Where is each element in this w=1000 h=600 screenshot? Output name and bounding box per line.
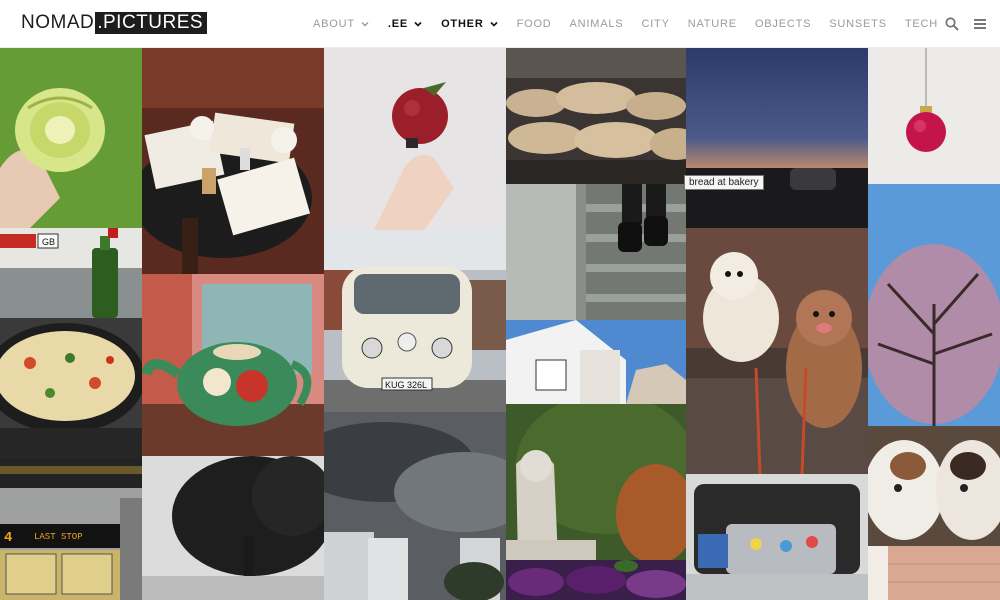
photo-car-and-bottle[interactable]: GB xyxy=(0,228,142,318)
logo-text-pictures: .PICTURES xyxy=(95,12,208,34)
photo-escalator-feet[interactable] xyxy=(506,184,686,320)
train-number-text: 4 xyxy=(4,530,12,546)
nav-label-ee: .EE xyxy=(387,18,409,30)
nav-item-other[interactable]: OTHER xyxy=(441,18,499,30)
photo-sunset-sky[interactable] xyxy=(686,48,868,228)
photo-flower-in-hand[interactable] xyxy=(0,48,142,228)
nav-item-food[interactable]: FOOD xyxy=(517,18,552,30)
photo-restaurant-table[interactable] xyxy=(142,48,324,274)
site-logo[interactable]: NOMAD .PICTURES xyxy=(21,12,208,34)
photo-train-display[interactable]: 4 LAST STOP xyxy=(0,458,142,600)
photo-tree-silhouette[interactable] xyxy=(142,456,324,600)
nav-item-objects[interactable]: OBJECTS xyxy=(755,18,811,30)
photo-pasta-in-pan[interactable] xyxy=(0,318,142,458)
photo-suitcase-in-car[interactable] xyxy=(686,474,868,600)
photo-eggplants[interactable] xyxy=(506,560,686,600)
photo-grid: GB 4 LAST STOP KUG 326L bread at bakery xyxy=(0,48,1000,600)
nav-label-other: OTHER xyxy=(441,18,484,30)
photo-apple-in-hand[interactable] xyxy=(324,48,506,230)
logo-text-nomad: NOMAD xyxy=(21,12,95,33)
nav-item-animals[interactable]: ANIMALS xyxy=(570,18,624,30)
photo-tooltip: bread at bakery xyxy=(684,175,764,190)
chevron-down-icon xyxy=(361,22,369,27)
main-navigation: ABOUT .EE OTHER FOOD ANIMALS CITY NATURE… xyxy=(295,0,938,48)
header-tools xyxy=(932,0,988,48)
photo-brick-wall[interactable] xyxy=(868,546,1000,600)
nav-item-nature[interactable]: NATURE xyxy=(688,18,737,30)
photo-goats[interactable] xyxy=(868,426,1000,546)
nav-item-about[interactable]: ABOUT xyxy=(313,18,370,30)
chevron-down-icon xyxy=(414,21,422,27)
search-icon[interactable] xyxy=(944,16,960,32)
nav-item-sunsets[interactable]: SUNSETS xyxy=(829,18,887,30)
photo-house-porch[interactable] xyxy=(506,320,686,404)
photo-blossom-tree[interactable] xyxy=(868,184,1000,426)
photo-teapot[interactable] xyxy=(142,274,324,456)
nav-item-ee[interactable]: .EE xyxy=(388,18,423,30)
car-badge-text: GB xyxy=(42,237,55,247)
photo-storm-clouds[interactable] xyxy=(324,412,506,600)
van-plate-text: KUG 326L xyxy=(385,380,427,390)
photo-two-dogs[interactable] xyxy=(686,228,868,474)
photo-christmas-ornament[interactable] xyxy=(868,48,1000,184)
photo-lion-statue[interactable] xyxy=(506,404,686,560)
photo-bread-at-bakery[interactable] xyxy=(506,48,686,184)
chevron-down-icon xyxy=(489,21,498,27)
train-sign-text: LAST STOP xyxy=(34,532,83,542)
photo-vw-van[interactable]: KUG 326L xyxy=(324,230,506,412)
hamburger-menu-icon[interactable] xyxy=(972,16,988,32)
nav-label-about: ABOUT xyxy=(313,18,355,30)
nav-item-city[interactable]: CITY xyxy=(641,18,669,30)
site-header: NOMAD .PICTURES ABOUT .EE OTHER FOOD ANIM… xyxy=(0,0,1000,48)
